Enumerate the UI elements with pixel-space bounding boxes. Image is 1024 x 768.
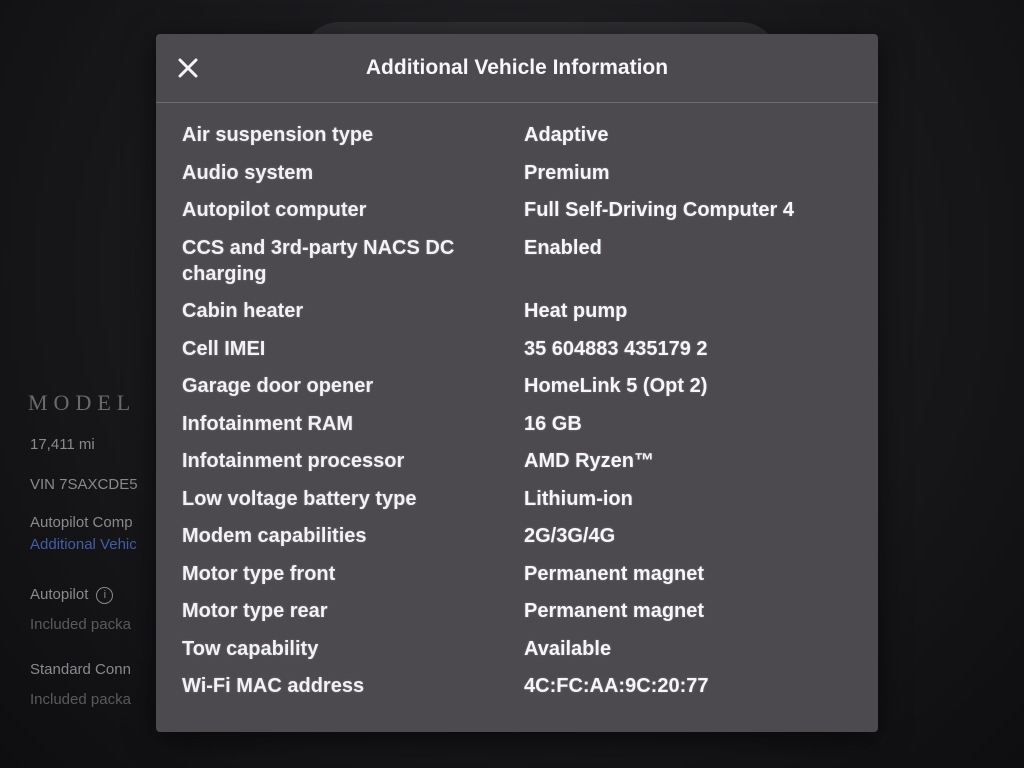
info-value: AMD Ryzen™ [524, 450, 655, 472]
autopilot-package-text: Included packa [30, 616, 131, 633]
autopilot-label: Autopilot [30, 586, 89, 603]
info-list: Air suspension type Adaptive Audio syste… [182, 122, 862, 711]
info-value: Lithium-ion [524, 487, 633, 510]
info-label: Cabin heater [182, 300, 304, 322]
vehicle-info-modal: Additional Vehicle Information Air suspe… [156, 34, 878, 732]
info-label: Wi-Fi MAC address [182, 675, 365, 697]
standard-connectivity-label: Standard Conn [30, 661, 131, 678]
mileage-text: 17,411 mi [30, 436, 95, 453]
info-value: Available [524, 637, 612, 660]
info-value: Permanent magnet [524, 562, 705, 585]
info-label: Autopilot computer [182, 199, 367, 221]
vin-text: VIN 7SAXCDE5 [30, 476, 138, 493]
info-label: Motor type front [182, 562, 336, 585]
info-row-cabin-heater: Cabin heater Heat pump [182, 298, 862, 324]
info-value: Heat pump [524, 300, 628, 322]
info-value: 2G/3G/4G [524, 525, 616, 547]
info-label: Tow capability [182, 637, 319, 660]
info-label: Cell IMEI [182, 337, 266, 360]
info-row-garage-door-opener: Garage door opener HomeLink 5 (Opt 2) [182, 373, 862, 399]
info-value: Full Self-Driving Computer 4 [524, 199, 795, 221]
info-row-modem-capabilities: Modem capabilities 2G/3G/4G [182, 523, 862, 549]
info-row-dc-charging: CCS and 3rd-party NACS DC charging Enabl… [182, 235, 862, 287]
info-icon[interactable]: i [96, 587, 114, 604]
info-row-tow-capability: Tow capability Available [182, 636, 862, 662]
info-row-wifi-mac: Wi-Fi MAC address 4C:FC:AA:9C:20:77 [182, 673, 862, 699]
info-value: HomeLink 5 (Opt 2) [524, 375, 708, 397]
info-row-audio-system: Audio system Premium [182, 160, 862, 186]
info-label: CCS and 3rd-party NACS DC charging [182, 236, 455, 285]
info-label: Modem capabilities [182, 525, 367, 547]
info-row-air-suspension: Air suspension type Adaptive [182, 122, 862, 148]
info-label: Infotainment RAM [182, 412, 354, 435]
info-value: 16 GB [524, 412, 582, 435]
info-label: Motor type rear [182, 600, 328, 622]
info-value: Premium [524, 161, 610, 184]
standard-connectivity-package-text: Included packa [30, 691, 131, 708]
modal-title: Additional Vehicle Information [365, 56, 669, 79]
info-row-infotainment-ram: Infotainment RAM 16 GB [182, 411, 862, 437]
info-row-cell-imei: Cell IMEI 35 604883 435179 2 [182, 336, 862, 362]
info-label: Garage door opener [182, 375, 374, 397]
autopilot-label-row: Autopilot i [30, 586, 114, 604]
info-row-autopilot-computer: Autopilot computer Full Self-Driving Com… [182, 197, 862, 223]
info-label: Low voltage battery type [182, 487, 417, 510]
info-row-low-voltage-battery: Low voltage battery type Lithium-ion [182, 486, 862, 512]
modal-header: Additional Vehicle Information [156, 34, 878, 103]
info-row-motor-rear: Motor type rear Permanent magnet [182, 598, 862, 624]
info-label: Audio system [182, 161, 314, 184]
info-value: Adaptive [524, 124, 609, 146]
info-value: 4C:FC:AA:9C:20:77 [524, 675, 709, 697]
info-row-infotainment-processor: Infotainment processor AMD Ryzen™ [182, 448, 862, 474]
autopilot-computer-label: Autopilot Comp [30, 514, 133, 531]
info-value: Enabled [524, 236, 602, 259]
additional-vehicle-info-link[interactable]: Additional Vehic [30, 536, 137, 553]
info-value: Permanent magnet [524, 600, 705, 622]
info-value: 35 604883 435179 2 [524, 337, 708, 360]
screen: MODEL 17,411 mi VIN 7SAXCDE5 Autopilot C… [0, 0, 1024, 768]
info-row-motor-front: Motor type front Permanent magnet [182, 561, 862, 587]
model-logo: MODEL [28, 390, 137, 415]
info-label: Infotainment processor [182, 450, 405, 472]
info-label: Air suspension type [182, 124, 374, 146]
background-vehicle-panel: MODEL 17,411 mi VIN 7SAXCDE5 Autopilot C… [0, 0, 160, 768]
